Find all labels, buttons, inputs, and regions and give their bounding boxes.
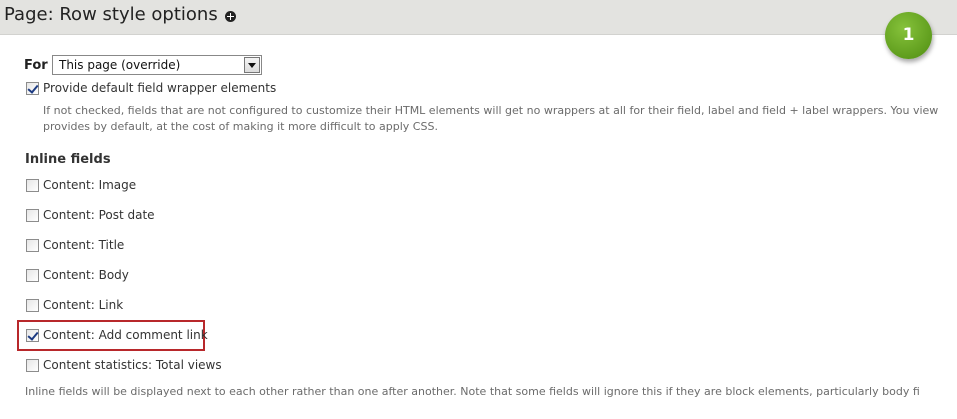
inline-field-checkbox[interactable] bbox=[26, 299, 39, 312]
inline-field-label: Content: Add comment link bbox=[43, 328, 208, 342]
for-select[interactable]: This page (override) bbox=[52, 55, 262, 75]
plus-circle-icon[interactable] bbox=[225, 11, 236, 22]
inline-field-checkbox[interactable] bbox=[26, 359, 39, 372]
inline-field-label: Content: Title bbox=[43, 238, 125, 252]
wrapper-checkbox[interactable] bbox=[26, 82, 39, 95]
inline-field-checkbox[interactable] bbox=[26, 179, 39, 192]
inline-field-checkbox[interactable] bbox=[26, 239, 39, 252]
inline-field-label: Content: Post date bbox=[43, 208, 155, 222]
title-bar: Page: Row style options bbox=[0, 0, 957, 35]
inline-fields-title: Inline fields bbox=[25, 152, 111, 167]
inline-field-checkbox[interactable] bbox=[26, 269, 39, 282]
for-label: For bbox=[24, 58, 48, 73]
inline-field-checkbox[interactable] bbox=[26, 329, 39, 342]
inline-field-label: Content: Link bbox=[43, 298, 124, 312]
inline-field-label: Content: Body bbox=[43, 268, 129, 282]
inline-field-label: Content statistics: Total views bbox=[43, 358, 222, 372]
for-select-value: This page (override) bbox=[59, 58, 181, 72]
wrapper-option-label: Provide default field wrapper elements bbox=[43, 81, 277, 95]
step-badge: 1 bbox=[885, 12, 932, 59]
chevron-down-icon[interactable] bbox=[244, 57, 260, 73]
inline-field-label: Content: Image bbox=[43, 178, 137, 192]
inline-fields-description: Inline fields will be displayed next to … bbox=[25, 385, 920, 398]
wrapper-description: If not checked, fields that are not conf… bbox=[43, 104, 939, 133]
inline-field-checkbox[interactable] bbox=[26, 209, 39, 222]
page-title: Page: Row style options bbox=[4, 4, 218, 25]
